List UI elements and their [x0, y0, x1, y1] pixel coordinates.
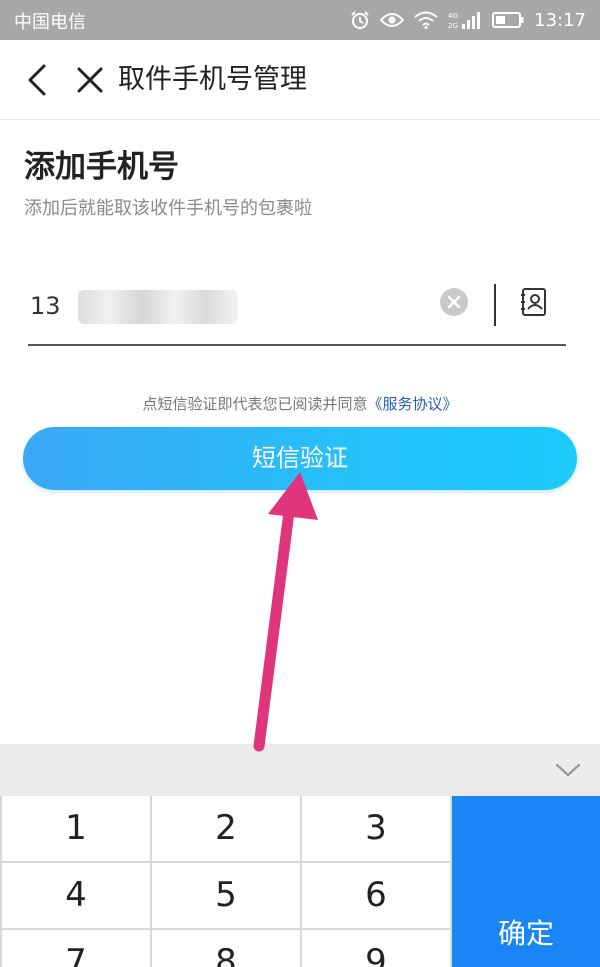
- numeric-keypad: 1 2 3 4 5 6 7 8 9 确定: [0, 796, 600, 967]
- phone-input-value[interactable]: 13: [30, 288, 61, 324]
- key-9[interactable]: 9: [302, 930, 450, 967]
- status-icons: 4G 2G 13:17: [350, 6, 586, 34]
- status-bar: 中国电信 4G 2G 13:17: [0, 0, 600, 40]
- key-3[interactable]: 3: [302, 796, 450, 861]
- page-title: 取件手机号管理: [118, 64, 307, 95]
- clear-input-button[interactable]: [440, 288, 468, 316]
- field-divider: [494, 284, 496, 326]
- clock: 13:17: [534, 9, 586, 31]
- confirm-key-label: 确定: [497, 917, 554, 950]
- sms-verify-button[interactable]: 短信验证: [23, 427, 577, 490]
- keyboard-toolbar: [0, 744, 600, 796]
- clear-icon: [447, 295, 461, 309]
- agreement-text: 点短信验证即代表您已阅读并同意: [142, 395, 368, 413]
- key-4[interactable]: 4: [2, 863, 150, 928]
- wifi-icon: [414, 11, 438, 29]
- agreement-notice: 点短信验证即代表您已阅读并同意《服务协议》: [0, 392, 600, 416]
- nav-bar: 取件手机号管理: [0, 40, 600, 120]
- close-icon[interactable]: [74, 64, 106, 96]
- alarm-icon: [351, 11, 369, 29]
- key-1[interactable]: 1: [2, 796, 150, 861]
- chevron-left-icon[interactable]: [22, 62, 52, 98]
- section-heading: 添加手机号: [24, 149, 179, 185]
- eye-comfort-icon: [380, 13, 405, 27]
- contacts-book-icon[interactable]: [518, 286, 550, 318]
- signal-icon: 4G 2G: [448, 12, 481, 30]
- key-6[interactable]: 6: [302, 863, 450, 928]
- phone-number-field[interactable]: 13: [28, 272, 566, 346]
- confirm-key[interactable]: 确定: [452, 796, 600, 967]
- chevron-down-icon[interactable]: [554, 758, 582, 782]
- service-agreement-link[interactable]: 《服务协议》: [368, 395, 458, 413]
- redacted-digits: [78, 290, 238, 324]
- network-type-bottom: 2G: [448, 22, 458, 30]
- key-2[interactable]: 2: [152, 796, 300, 861]
- key-5[interactable]: 5: [152, 863, 300, 928]
- battery-icon: [492, 12, 524, 28]
- key-8[interactable]: 8: [152, 930, 300, 967]
- section-subtitle: 添加后就能取该收件手机号的包裹啦: [24, 198, 312, 219]
- network-type-top: 4G: [448, 12, 458, 20]
- key-7[interactable]: 7: [2, 930, 150, 967]
- carrier-name: 中国电信: [14, 12, 86, 33]
